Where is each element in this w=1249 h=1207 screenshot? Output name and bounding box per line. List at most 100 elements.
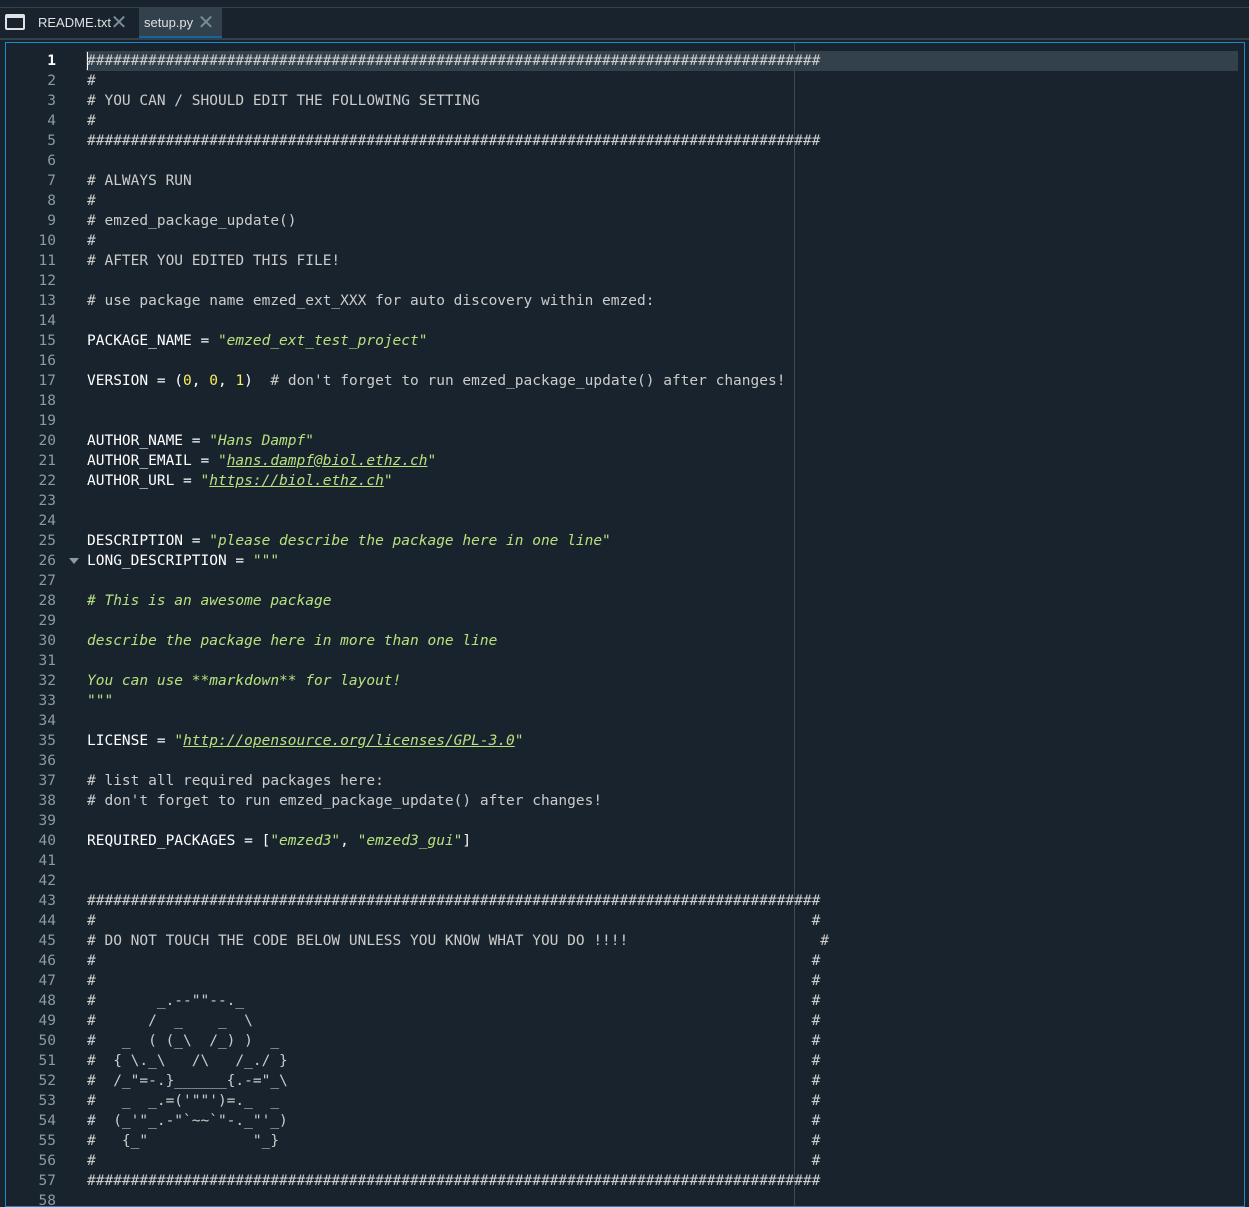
- code-token: ": [427, 453, 437, 469]
- code-token: "Hans Dampf": [209, 433, 314, 449]
- code-token: # use package name emzed_ext_XXX for aut…: [87, 293, 655, 309]
- code-token: ": [217, 453, 227, 469]
- code-line: ########################################…: [87, 51, 820, 71]
- line-number: 1: [47, 53, 56, 69]
- line-number: 28: [38, 593, 56, 609]
- line-number: 51: [38, 1053, 56, 1069]
- code-token: PACKAGE_NAME =: [87, 333, 218, 349]
- code-token: # don't forget to run emzed_package_upda…: [87, 793, 603, 809]
- code-token: # YOU CAN / SHOULD EDIT THE FOLLOWING SE…: [87, 93, 480, 109]
- line-number: 57: [38, 1173, 56, 1189]
- line-number: 33: [38, 693, 56, 709]
- tab-bar-divider: [0, 38, 1249, 40]
- code-token: LONG_DESCRIPTION =: [87, 553, 253, 569]
- code-line: # { \._\ /\ /_./ } #: [87, 1051, 820, 1071]
- code-token: # emzed_package_update(): [87, 213, 297, 229]
- line-number: 47: [38, 973, 56, 989]
- code-token: #: [87, 113, 96, 129]
- code-line: # #: [87, 951, 820, 971]
- code-line: # / _ _ \ #: [87, 1011, 820, 1031]
- line-number: 53: [38, 1093, 56, 1109]
- tab-setup-py[interactable]: setup.py ✕: [139, 8, 222, 38]
- line-number: 6: [47, 153, 56, 169]
- line-number: 24: [38, 513, 56, 529]
- code-line: PACKAGE_NAME = "emzed_ext_test_project": [87, 331, 427, 351]
- code-line: ########################################…: [87, 891, 820, 911]
- code-token: hans.dampf@biol.ethz.ch: [226, 453, 428, 469]
- line-number: 48: [38, 993, 56, 1009]
- line-number: 46: [38, 953, 56, 969]
- code-token: ): [244, 373, 271, 389]
- line-number: 2: [47, 73, 56, 89]
- code-line: ########################################…: [87, 1171, 820, 1191]
- line-number: 18: [38, 393, 56, 409]
- close-icon[interactable]: ✕: [196, 11, 216, 33]
- code-line: AUTHOR_URL = "https://biol.ethz.ch": [87, 471, 393, 491]
- code-line: # {_" "_} #: [87, 1131, 820, 1151]
- code-line: describe the package here in more than o…: [87, 631, 497, 651]
- code-line: # ALWAYS RUN: [87, 171, 192, 191]
- line-number-gutter: 1 2 3 4 5 6 7 8 9 10 11 12 13 14 15 16 17 18 19 20 21 22 23 24 2…: [6, 43, 86, 1206]
- code-line: # #: [87, 911, 820, 931]
- code-token: """: [87, 693, 114, 709]
- line-number: 19: [38, 413, 56, 429]
- window-icon[interactable]: [5, 14, 25, 30]
- code-token: #: [87, 73, 96, 89]
- code-line: # /_"=-.}______{.-="_\ #: [87, 1071, 820, 1091]
- code-token: ": [174, 733, 184, 749]
- code-line: VERSION = (0, 0, 1) # don't forget to ru…: [87, 371, 785, 391]
- code-token: ": [514, 733, 524, 749]
- line-number: 26: [38, 553, 56, 569]
- code-area[interactable]: ########################################…: [86, 43, 1244, 1206]
- line-number: 25: [38, 533, 56, 549]
- code-line: # _ ( (_\ /_) ) _ #: [87, 1031, 820, 1051]
- code-token: # #: [87, 1153, 821, 1169]
- line-number: 36: [38, 753, 56, 769]
- line-number: 44: [38, 913, 56, 929]
- code-token: http://opensource.org/licenses/GPL-3.0: [183, 733, 515, 749]
- code-token: 0: [183, 373, 192, 389]
- code-editor[interactable]: 1 2 3 4 5 6 7 8 9 10 11 12 13 14 15 16 17 18 19 20 21 22 23 24 2…: [5, 42, 1245, 1207]
- line-number: 23: [38, 493, 56, 509]
- line-number: 10: [38, 233, 56, 249]
- line-number: 11: [38, 253, 56, 269]
- line-number: 38: [38, 793, 56, 809]
- code-token: "please describe the package here in one…: [209, 533, 611, 549]
- line-number: 9: [47, 213, 56, 229]
- code-token: ########################################…: [87, 1173, 821, 1189]
- code-token: ########################################…: [87, 133, 821, 149]
- code-token: # (_'"_.-"`~~`"-._"'_) #: [87, 1113, 821, 1129]
- code-line: You can use **markdown** for layout!: [87, 671, 401, 691]
- line-number: 52: [38, 1073, 56, 1089]
- code-line: # emzed_package_update(): [87, 211, 297, 231]
- fold-arrow-icon[interactable]: [69, 558, 79, 564]
- line-number: 14: [38, 313, 56, 329]
- line-number: 3: [47, 93, 56, 109]
- code-line: AUTHOR_NAME = "Hans Dampf": [87, 431, 314, 451]
- line-number: 21: [38, 453, 56, 469]
- code-line: AUTHOR_EMAIL = "hans.dampf@biol.ethz.ch": [87, 451, 436, 471]
- code-line: # #: [87, 1151, 820, 1171]
- line-number: 7: [47, 173, 56, 189]
- line-number: 58: [38, 1193, 56, 1207]
- line-number: 30: [38, 633, 56, 649]
- line-number: 12: [38, 273, 56, 289]
- tab-readme[interactable]: README.txt ✕: [33, 8, 137, 38]
- line-number: 32: [38, 673, 56, 689]
- tab-setup-py-label: setup.py: [144, 15, 194, 30]
- code-token: You can use **markdown** for layout!: [87, 673, 402, 689]
- line-number: 4: [47, 113, 56, 129]
- code-token: # DO NOT TOUCH THE CODE BELOW UNLESS YOU…: [87, 933, 830, 949]
- code-line: #: [87, 71, 96, 91]
- code-token: ,: [340, 833, 358, 849]
- tab-readme-label: README.txt: [38, 15, 111, 30]
- line-number: 16: [38, 353, 56, 369]
- line-number: 41: [38, 853, 56, 869]
- line-number: 34: [38, 713, 56, 729]
- close-icon[interactable]: ✕: [109, 11, 129, 33]
- code-token: # AFTER YOU EDITED THIS FILE!: [87, 253, 341, 269]
- line-number: 31: [38, 653, 56, 669]
- code-token: # #: [87, 973, 821, 989]
- code-token: # ALWAYS RUN: [87, 173, 192, 189]
- code-line: # use package name emzed_ext_XXX for aut…: [87, 291, 654, 311]
